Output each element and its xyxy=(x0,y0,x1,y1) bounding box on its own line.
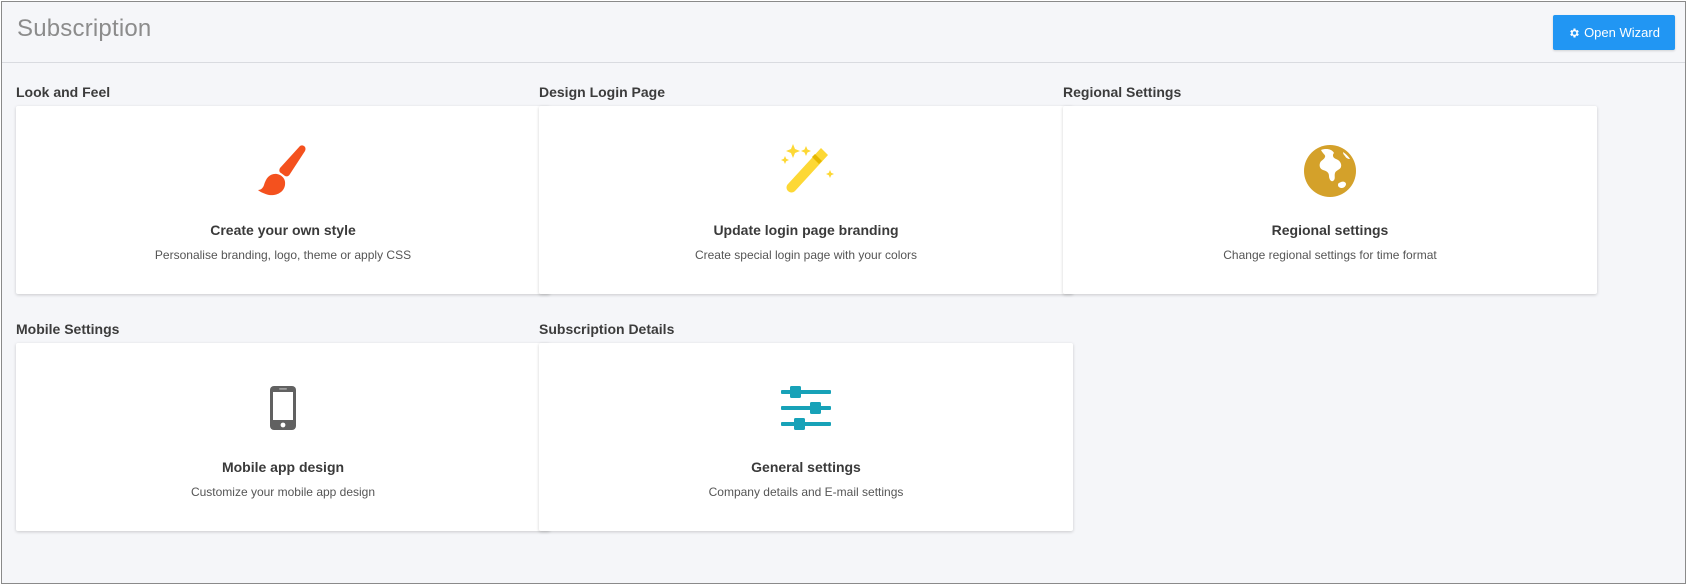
mobile-phone-icon xyxy=(250,375,316,441)
section-regional-settings: Regional Settings Regional settings Chan… xyxy=(1063,84,1597,294)
open-wizard-label: Open Wizard xyxy=(1584,25,1660,40)
section-design-login-page: Design Login Page Update login page bran… xyxy=(539,84,1073,294)
globe-icon xyxy=(1297,138,1363,204)
subscription-window: Subscription Open Wizard Look and Feel C… xyxy=(1,1,1686,584)
section-heading: Regional Settings xyxy=(1063,84,1182,100)
card-regional-settings[interactable]: Regional settings Change regional settin… xyxy=(1063,106,1597,294)
page-title: Subscription xyxy=(17,15,152,42)
card-mobile-app-design[interactable]: Mobile app design Customize your mobile … xyxy=(16,343,550,531)
magic-wand-icon xyxy=(773,138,839,204)
section-heading: Mobile Settings xyxy=(16,321,120,337)
section-look-and-feel: Look and Feel Create your own style Pers… xyxy=(16,84,550,294)
card-description: Create special login page with your colo… xyxy=(694,248,918,262)
card-title: General settings xyxy=(751,459,861,475)
section-mobile-settings: Mobile Settings Mobile app design Custom… xyxy=(16,321,550,531)
card-title: Update login page branding xyxy=(713,222,899,238)
page-header: Subscription Open Wizard xyxy=(2,2,1685,63)
card-description: Personalise branding, logo, theme or app… xyxy=(154,248,412,262)
section-subscription-details: Subscription Details General settings Co… xyxy=(539,321,1073,531)
gear-icon xyxy=(1570,28,1579,37)
card-general-settings[interactable]: General settings Company details and E-m… xyxy=(539,343,1073,531)
card-description: Change regional settings for time format xyxy=(1223,248,1437,262)
card-update-login-page-branding[interactable]: Update login page branding Create specia… xyxy=(539,106,1073,294)
card-title: Regional settings xyxy=(1271,222,1389,238)
card-description: Company details and E-mail settings xyxy=(708,485,904,499)
card-title: Create your own style xyxy=(210,222,356,238)
card-title: Mobile app design xyxy=(221,459,345,475)
section-heading: Subscription Details xyxy=(539,321,675,337)
sliders-icon xyxy=(773,375,839,441)
section-heading: Look and Feel xyxy=(16,84,111,100)
card-create-your-own-style[interactable]: Create your own style Personalise brandi… xyxy=(16,106,550,294)
card-description: Customize your mobile app design xyxy=(190,485,376,499)
paintbrush-icon xyxy=(250,138,316,204)
section-heading: Design Login Page xyxy=(539,84,666,100)
open-wizard-button[interactable]: Open Wizard xyxy=(1553,15,1675,50)
